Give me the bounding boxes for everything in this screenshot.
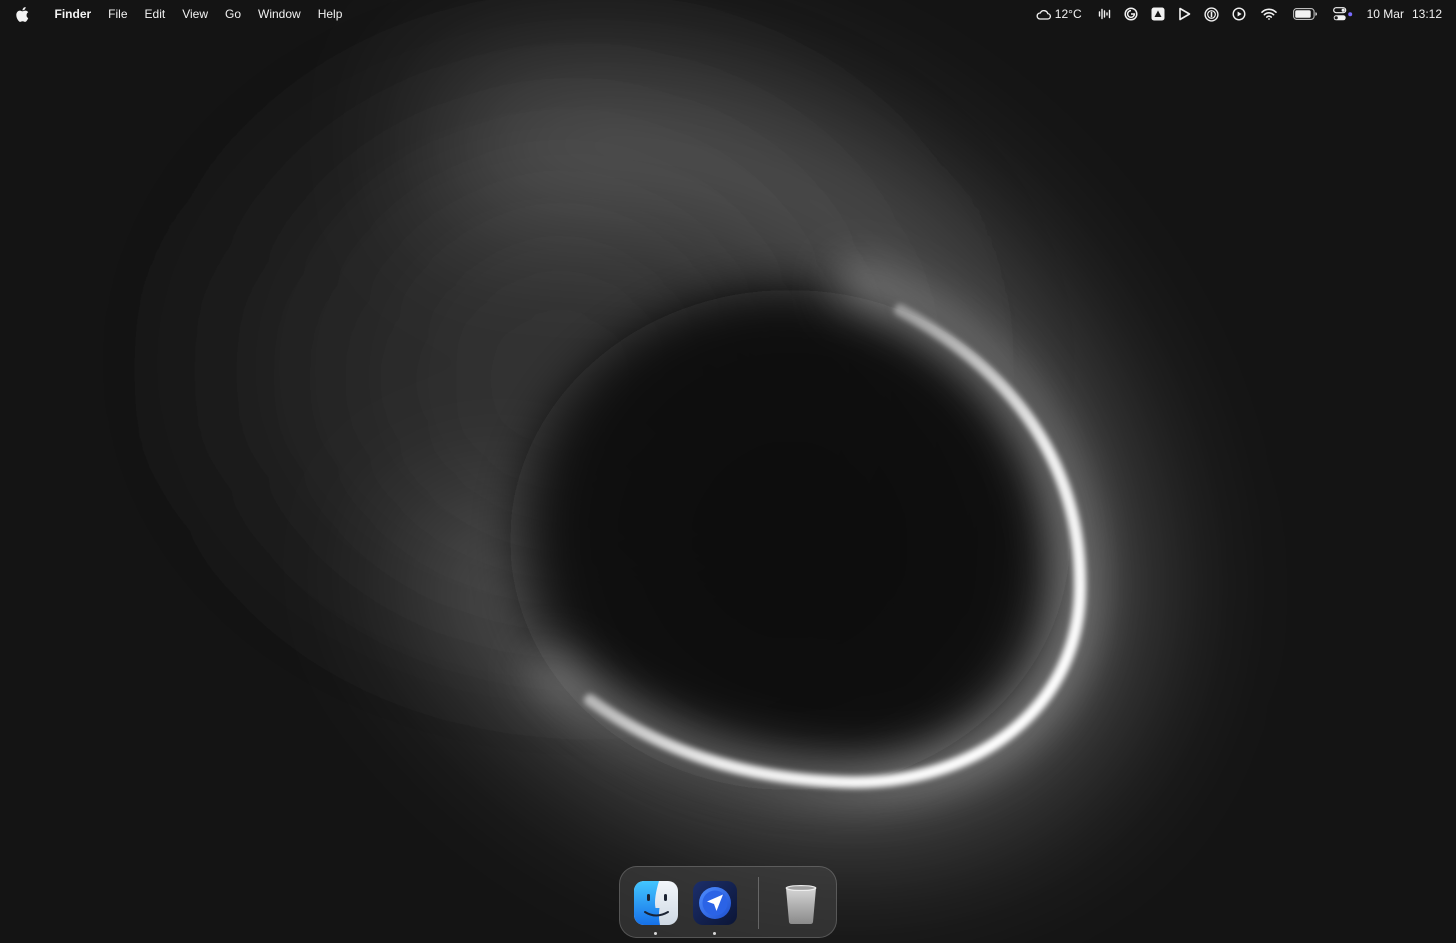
desktop: Finder File Edit View Go Window Help 12°… bbox=[0, 0, 1456, 943]
menu-window[interactable]: Window bbox=[250, 0, 310, 28]
menu-edit[interactable]: Edit bbox=[136, 0, 174, 28]
trash-icon bbox=[785, 885, 817, 924]
cloud-icon bbox=[1036, 9, 1051, 20]
paper-plane-app-icon bbox=[693, 881, 737, 925]
wifi-icon[interactable] bbox=[1260, 0, 1277, 28]
menu-file[interactable]: File bbox=[100, 0, 136, 28]
control-center-icon[interactable] bbox=[1332, 0, 1353, 28]
dock bbox=[619, 866, 837, 938]
menu-app-finder[interactable]: Finder bbox=[46, 0, 100, 28]
weather-status[interactable]: 12°C bbox=[1036, 0, 1082, 28]
menu-go[interactable]: Go bbox=[217, 0, 250, 28]
dock-finder-app[interactable] bbox=[632, 879, 680, 927]
weather-temperature: 12°C bbox=[1054, 7, 1082, 21]
send-running-indicator bbox=[713, 932, 716, 935]
dock-trash[interactable] bbox=[777, 879, 825, 927]
apple-logo-icon[interactable] bbox=[14, 0, 30, 28]
menu-bar: Finder File Edit View Go Window Help 12°… bbox=[0, 0, 1456, 28]
menu-help[interactable]: Help bbox=[309, 0, 351, 28]
clock-date: 10 Mar bbox=[1366, 7, 1404, 21]
play-arrow-app-icon[interactable] bbox=[1178, 0, 1191, 28]
menu-view[interactable]: View bbox=[174, 0, 217, 28]
clock-time: 13:12 bbox=[1411, 7, 1442, 21]
finder-running-indicator bbox=[654, 932, 657, 935]
wallpaper bbox=[0, 0, 1456, 943]
dock-send-app[interactable] bbox=[691, 879, 739, 927]
menu-bar-right: 12°C 10 Mar 13:12 bbox=[1027, 0, 1456, 28]
play-circle-icon[interactable] bbox=[1232, 0, 1246, 28]
password-manager-icon[interactable] bbox=[1204, 0, 1219, 28]
dock-separator bbox=[758, 877, 759, 929]
spiral-app-icon[interactable] bbox=[1124, 0, 1138, 28]
finder-icon bbox=[634, 881, 678, 925]
audio-waveform-icon[interactable] bbox=[1098, 0, 1112, 28]
menu-bar-clock[interactable]: 10 Mar 13:12 bbox=[1367, 0, 1442, 28]
battery-icon[interactable] bbox=[1292, 0, 1317, 28]
menu-bar-left: Finder File Edit View Go Window Help bbox=[0, 0, 351, 28]
drive-triangle-icon[interactable] bbox=[1151, 0, 1165, 28]
